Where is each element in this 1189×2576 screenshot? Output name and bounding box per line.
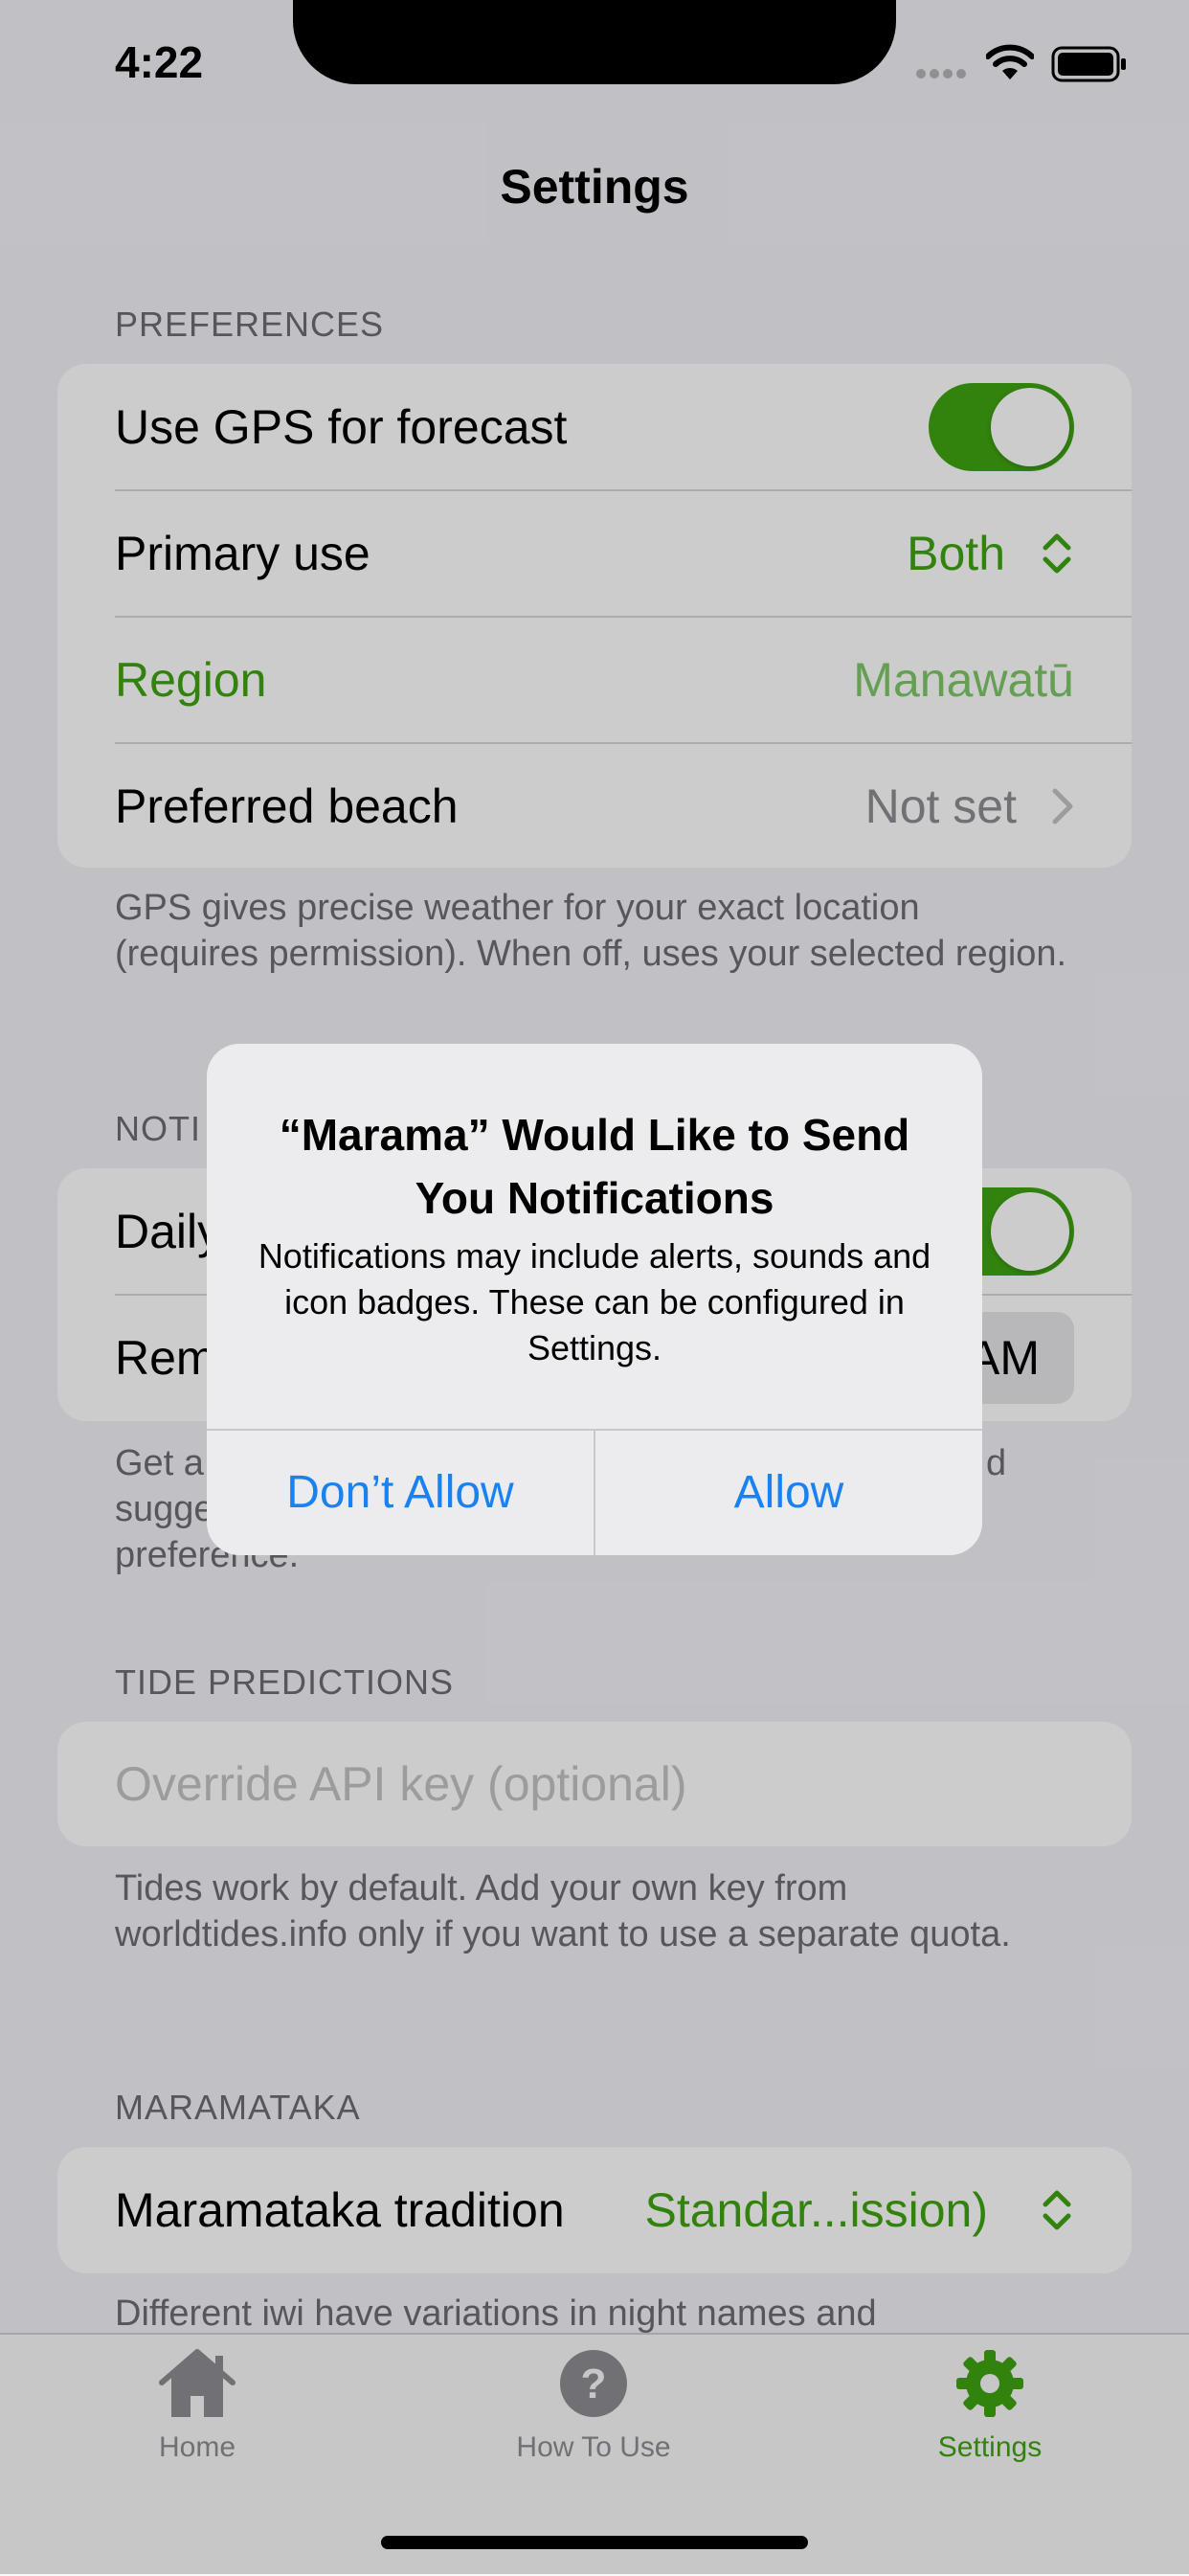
dont-allow-button[interactable]: Don’t Allow [207,1431,594,1555]
alert-message: Notifications may include alerts, sounds… [258,1236,931,1367]
alert-title: “Marama” Would Like to Send You Notifica… [279,1110,910,1223]
home-indicator[interactable] [381,2536,808,2549]
allow-button[interactable]: Allow [595,1431,982,1555]
notification-permission-alert: “Marama” Would Like to Send You Notifica… [207,1044,982,1555]
